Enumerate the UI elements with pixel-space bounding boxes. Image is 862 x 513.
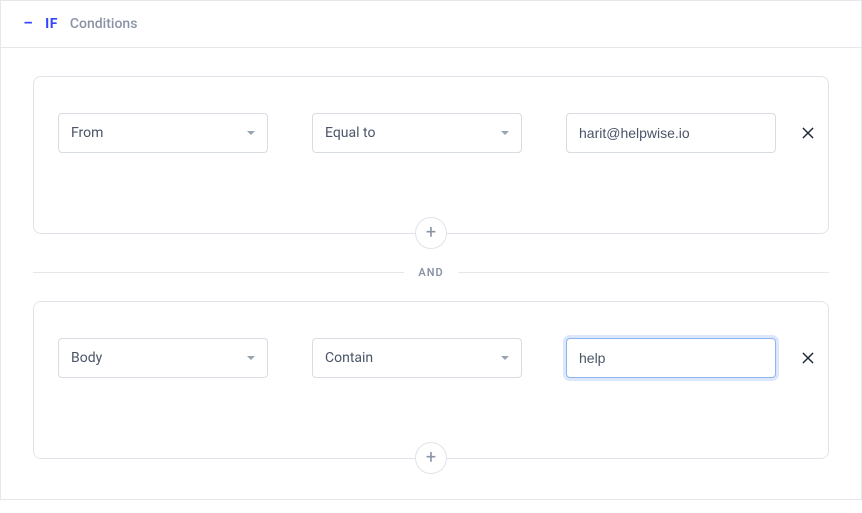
chevron-down-icon — [247, 131, 255, 135]
field-select-value: Body — [71, 350, 102, 366]
and-separator: AND — [33, 266, 829, 279]
field-select-value: From — [71, 125, 103, 141]
value-input[interactable] — [566, 338, 776, 378]
field-select[interactable]: From — [58, 113, 268, 153]
condition-row: From Equal to — [58, 113, 804, 153]
add-condition-button[interactable]: + — [415, 217, 447, 249]
if-label: IF — [45, 16, 58, 32]
conditions-label: Conditions — [70, 16, 138, 32]
condition-card: Body Contain + — [33, 301, 829, 459]
chevron-down-icon — [247, 356, 255, 360]
chevron-down-icon — [501, 356, 509, 360]
remove-condition-button[interactable] — [800, 346, 816, 370]
value-input[interactable] — [566, 113, 776, 153]
plus-icon: + — [426, 224, 436, 242]
operator-select-value: Contain — [325, 350, 373, 366]
panel-body: From Equal to + AND — [1, 48, 861, 499]
remove-condition-button[interactable] — [800, 121, 816, 145]
condition-card: From Equal to + — [33, 76, 829, 234]
plus-icon: + — [426, 449, 436, 467]
add-condition-button[interactable]: + — [415, 442, 447, 474]
conditions-panel: − IF Conditions From Equal to — [0, 0, 862, 500]
collapse-icon[interactable]: − — [23, 15, 33, 33]
operator-select[interactable]: Contain — [312, 338, 522, 378]
condition-row: Body Contain — [58, 338, 804, 378]
close-icon — [800, 125, 816, 141]
panel-header: − IF Conditions — [1, 1, 861, 48]
and-label: AND — [404, 266, 457, 279]
chevron-down-icon — [501, 131, 509, 135]
operator-select-value: Equal to — [325, 125, 375, 141]
close-icon — [800, 350, 816, 366]
operator-select[interactable]: Equal to — [312, 113, 522, 153]
field-select[interactable]: Body — [58, 338, 268, 378]
